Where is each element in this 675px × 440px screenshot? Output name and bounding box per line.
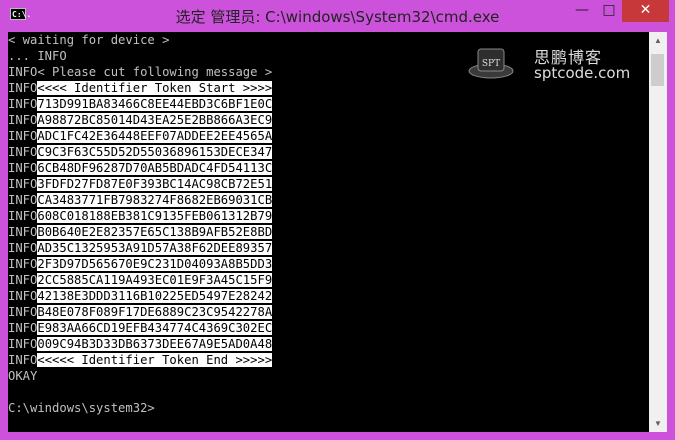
console-line-prefix: INFO bbox=[8, 65, 38, 79]
console-line: OKAY bbox=[8, 368, 37, 384]
console-line-prefix: INFO bbox=[8, 321, 38, 335]
console-line-prefix: INFO bbox=[8, 289, 38, 303]
console-line: INFOB0B640E2E82357E65C138B9AFB52E8BD bbox=[8, 224, 273, 240]
console-line: INFOC9C3F63C55D52D55036896153DECE347 bbox=[8, 144, 273, 160]
maximize-button[interactable]: □ bbox=[596, 0, 622, 22]
console-line: INFOADC1FC42E36448EEF07ADDEE2EE4565A bbox=[8, 128, 273, 144]
console-line: INFOCA3483771FB7983274F8682EB69031CB bbox=[8, 192, 273, 208]
selected-token-text: 42138E3DDD3116B10225ED5497E28242 bbox=[37, 289, 273, 303]
console-line-text: < Please cut following message > bbox=[37, 65, 273, 79]
watermark-badge: SPT bbox=[482, 59, 500, 69]
selected-token-text: <<<< Identifier Token Start >>>> bbox=[37, 81, 273, 95]
selected-token-text: 2F3D97D565670E9C231D04093A8B5DD3 bbox=[37, 257, 273, 271]
top-hat-icon: SPT bbox=[468, 48, 514, 79]
cmd-window: C:\. 选定 管理员: C:\windows\System32\cmd.exe… bbox=[0, 0, 675, 440]
console-line-prefix: INFO bbox=[8, 209, 38, 223]
minimize-button[interactable]: — bbox=[568, 0, 596, 22]
selected-token-text: 608C018188EB381C9135FEB061312B79 bbox=[37, 209, 273, 223]
console-line: INFOE983AA66CD19EFB434774C4369C302EC bbox=[8, 320, 273, 336]
selected-token-text: A98872BC85014D43EA25E2BB866A3EC9 bbox=[37, 113, 273, 127]
console-line-prefix: INFO bbox=[8, 145, 38, 159]
console-line: INFO2F3D97D565670E9C231D04093A8B5DD3 bbox=[8, 256, 273, 272]
selected-token-text: B0B640E2E82357E65C138B9AFB52E8BD bbox=[37, 225, 273, 239]
console-line-text: C:\windows\system32> bbox=[8, 401, 155, 415]
console-line-prefix: INFO bbox=[8, 353, 38, 367]
console-line: C:\windows\system32> bbox=[8, 400, 155, 416]
console-line: INFO2CC5885CA119A493EC01E9F3A45C15F9 bbox=[8, 272, 273, 288]
console-line-text: ... INFO bbox=[8, 49, 67, 63]
console-line: ... INFO bbox=[8, 48, 67, 64]
console-line: INFOB48E078F089F17DE6889C23C9542278A bbox=[8, 304, 273, 320]
console-line: INFO009C94B3D33DB6373DEE67A9E5AD0A48 bbox=[8, 336, 273, 352]
vertical-scrollbar[interactable]: ▲ ▼ bbox=[649, 32, 667, 432]
console-line-prefix: INFO bbox=[8, 257, 38, 271]
console-line-prefix: INFO bbox=[8, 81, 38, 95]
scroll-down-arrow-icon[interactable]: ▼ bbox=[649, 415, 667, 432]
watermark-logo: SPT 思鹏博客 sptcode.com bbox=[460, 46, 640, 86]
console-line: INFO608C018188EB381C9135FEB061312B79 bbox=[8, 208, 273, 224]
scroll-up-arrow-icon[interactable]: ▲ bbox=[649, 32, 667, 49]
console-line-text: < waiting for device > bbox=[8, 33, 170, 47]
console-line-prefix: INFO bbox=[8, 177, 38, 191]
console-line: INFO42138E3DDD3116B10225ED5497E28242 bbox=[8, 288, 273, 304]
console-line-prefix: INFO bbox=[8, 241, 38, 255]
selected-token-text: <<<<< Identifier Token End >>>>> bbox=[37, 353, 273, 367]
console-line-prefix: INFO bbox=[8, 193, 38, 207]
selected-token-text: 3FDFD27FD87E0F393BC14AC98CB72E51 bbox=[37, 177, 273, 191]
selected-token-text: 6CB48DF96287D70AB5BDADC4FD54113C bbox=[37, 161, 273, 175]
selected-token-text: 009C94B3D33DB6373DEE67A9E5AD0A48 bbox=[37, 337, 273, 351]
console-line-text: OKAY bbox=[8, 369, 38, 383]
console-line: INFO<<<<< Identifier Token End >>>>> bbox=[8, 352, 273, 368]
console-line-prefix: INFO bbox=[8, 273, 38, 287]
console-line: < waiting for device > bbox=[8, 32, 169, 48]
console-line-prefix: INFO bbox=[8, 305, 38, 319]
console-line: INFO713D991BA83466C8EE44EBD3C6BF1E0C bbox=[8, 96, 273, 112]
console-line: INFO6CB48DF96287D70AB5BDADC4FD54113C bbox=[8, 160, 273, 176]
console-line-prefix: INFO bbox=[8, 225, 38, 239]
console-line: INFOA98872BC85014D43EA25E2BB866A3EC9 bbox=[8, 112, 273, 128]
console-line: INFO3FDFD27FD87E0F393BC14AC98CB72E51 bbox=[8, 176, 273, 192]
console-line-prefix: INFO bbox=[8, 97, 38, 111]
console-line: INFOAD35C1325953A91D57A38F62DEE89357 bbox=[8, 240, 273, 256]
selected-token-text: B48E078F089F17DE6889C23C9542278A bbox=[37, 305, 273, 319]
selected-token-text: 713D991BA83466C8EE44EBD3C6BF1E0C bbox=[37, 97, 273, 111]
selected-token-text: ADC1FC42E36448EEF07ADDEE2EE4565A bbox=[37, 129, 273, 143]
console-line-prefix: INFO bbox=[8, 113, 38, 127]
selected-token-text: CA3483771FB7983274F8682EB69031CB bbox=[37, 193, 273, 207]
selected-token-text: 2CC5885CA119A493EC01E9F3A45C15F9 bbox=[37, 273, 273, 287]
console-line: INFO< Please cut following message > bbox=[8, 64, 272, 80]
selected-token-text: C9C3F63C55D52D55036896153DECE347 bbox=[37, 145, 273, 159]
console-line: INFO<<<< Identifier Token Start >>>> bbox=[8, 80, 273, 96]
title-bar[interactable]: C:\. 选定 管理员: C:\windows\System32\cmd.exe… bbox=[0, 0, 675, 32]
close-button[interactable]: ✕ bbox=[622, 0, 669, 22]
watermark-domain: sptcode.com bbox=[534, 64, 631, 82]
selected-token-text: E983AA66CD19EFB434774C4369C302EC bbox=[37, 321, 273, 335]
scroll-thumb[interactable] bbox=[651, 54, 664, 86]
console-line-prefix: INFO bbox=[8, 129, 38, 143]
console-line-prefix: INFO bbox=[8, 161, 38, 175]
console-output[interactable]: < waiting for device >... INFO INFO< Plea… bbox=[8, 32, 649, 432]
selected-token-text: AD35C1325953A91D57A38F62DEE89357 bbox=[37, 241, 273, 255]
console-line-prefix: INFO bbox=[8, 337, 38, 351]
